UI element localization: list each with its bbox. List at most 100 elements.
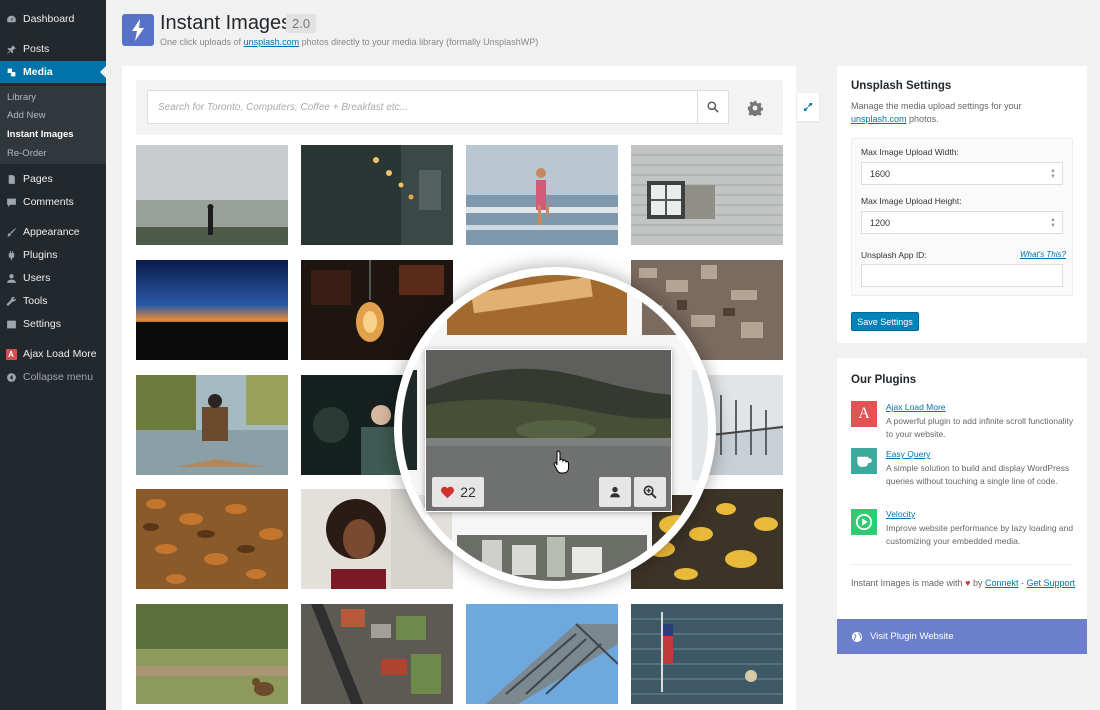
gear-icon — [747, 100, 763, 116]
photo-thumbnail[interactable] — [301, 145, 453, 245]
photo-author-button[interactable] — [599, 477, 631, 507]
settings-gear-button[interactable] — [744, 97, 766, 119]
collapse-icon — [5, 371, 17, 383]
instant-images-logo — [122, 14, 154, 46]
search-button[interactable] — [697, 90, 729, 124]
sidebar-item-label: Media — [23, 66, 53, 78]
photo-thumbnail[interactable] — [466, 604, 618, 704]
footer-text: by — [972, 578, 983, 588]
expand-button[interactable] — [797, 93, 819, 121]
photo-beach-girl — [466, 145, 618, 245]
sidebar-item-users[interactable]: Users — [0, 268, 106, 288]
comments-icon — [5, 196, 17, 208]
plugin-ajax-load-more-link[interactable]: Ajax Load More — [886, 402, 946, 412]
sidebar-item-settings[interactable]: Settings — [0, 314, 106, 334]
sidebar-item-media[interactable]: Media — [0, 61, 106, 83]
plugin-velocity-link[interactable]: Velocity — [886, 509, 915, 519]
whats-this-link[interactable]: What's This? — [1020, 250, 1066, 259]
expand-icon — [804, 103, 812, 111]
app-id-label: Unsplash App ID: — [861, 250, 927, 260]
media-submenu: Library Add New Instant Images Re-Order — [0, 86, 106, 164]
app-id-input[interactable] — [861, 264, 1063, 287]
plugin-easy-query-link[interactable]: Easy Query — [886, 449, 930, 459]
photo-thumbnail[interactable] — [136, 260, 288, 360]
user-icon — [5, 272, 17, 284]
sidebar-item-label: Collapse menu — [23, 371, 94, 383]
settings-title: Unsplash Settings — [851, 80, 952, 92]
sidebar-item-label: Ajax Load More — [23, 348, 97, 360]
dashboard-icon — [5, 13, 17, 25]
get-support-link[interactable]: Get Support — [1027, 578, 1076, 588]
plugin-description: Improve website performance by lazy load… — [886, 523, 1074, 546]
submenu-item-instant-images[interactable]: Instant Images — [7, 129, 74, 140]
hand-cursor-icon — [553, 450, 569, 474]
sidebar-item-appearance[interactable]: Appearance — [0, 222, 106, 242]
photo-thumbnail[interactable] — [136, 489, 288, 589]
sidebar-item-label: Dashboard — [23, 13, 75, 25]
photo-autumn-leaves — [136, 489, 288, 589]
save-settings-button[interactable]: Save Settings — [851, 312, 919, 331]
unsplash-link[interactable]: unsplash.com — [244, 37, 300, 47]
connekt-link[interactable]: Connekt — [985, 578, 1019, 588]
version-badge: 2.0 — [286, 14, 317, 33]
coffee-cup-icon — [851, 448, 877, 474]
search-input[interactable]: Search for Toronto, Computers, Coffee + … — [147, 90, 698, 124]
brush-icon — [5, 226, 17, 238]
stepper-arrows-icon[interactable]: ▲ ▼ — [1050, 217, 1056, 229]
photo-thumbnail[interactable] — [301, 604, 453, 704]
visit-plugin-website-button[interactable]: Visit Plugin Website — [837, 619, 1087, 654]
sidebar-item-ajax-load-more[interactable]: A Ajax Load More — [0, 344, 106, 364]
photo-aerial-street — [301, 604, 453, 704]
media-icon — [5, 66, 17, 78]
sidebar-item-label: Tools — [23, 295, 48, 307]
photo-thumbnail[interactable] — [136, 604, 288, 704]
max-height-input[interactable]: 1200 ▲ ▼ — [861, 211, 1063, 234]
user-icon — [610, 486, 620, 498]
submenu-item-library[interactable]: Library — [7, 92, 36, 103]
photo-steel-bridge — [466, 604, 618, 704]
heart-icon — [441, 486, 455, 498]
globe-icon — [851, 631, 863, 642]
pages-icon — [5, 173, 17, 185]
photo-thumbnail[interactable] — [466, 145, 618, 245]
plug-icon — [5, 249, 17, 261]
like-count: 22 — [460, 484, 476, 500]
plugin-description: A simple solution to build and display W… — [886, 463, 1070, 486]
height-label: Max Image Upload Height: — [861, 196, 962, 206]
sidebar-item-comments[interactable]: Comments — [0, 192, 106, 212]
max-width-input[interactable]: 1600 ▲ ▼ — [861, 162, 1063, 185]
photo-thumbnail[interactable] — [631, 145, 783, 245]
zoom-preview-button[interactable] — [634, 477, 666, 507]
ajax-load-more-icon: A — [5, 348, 17, 360]
photo-sunset-horizon — [136, 260, 288, 360]
photo-chipmunk — [136, 604, 288, 704]
stepper-arrows-icon[interactable]: ▲ ▼ — [1050, 168, 1056, 180]
photo-thumbnail[interactable] — [136, 375, 288, 475]
heart-icon: ♥ — [965, 578, 971, 588]
width-value: 1600 — [870, 168, 891, 179]
like-button[interactable]: 22 — [432, 477, 484, 507]
footer-text: - — [1021, 578, 1025, 588]
sidebar-item-pages[interactable]: Pages — [0, 169, 106, 189]
photo-thumbnail[interactable] — [136, 145, 288, 245]
search-icon — [707, 101, 719, 113]
sidebar-item-label: Posts — [23, 43, 50, 55]
unsplash-link[interactable]: unsplash.com — [851, 114, 907, 124]
page-description: One click uploads of unsplash.com photos… — [160, 37, 538, 47]
sidebar-item-dashboard[interactable]: Dashboard — [0, 9, 106, 29]
photo-thumbnail[interactable] — [631, 604, 783, 704]
settings-description: Manage the media upload settings for you… — [851, 100, 1076, 126]
height-value: 1200 — [870, 217, 891, 228]
submenu-item-add-new[interactable]: Add New — [7, 110, 46, 121]
settings-icon — [5, 318, 17, 330]
submenu-item-re-order[interactable]: Re-Order — [7, 148, 47, 159]
sidebar-item-label: Appearance — [23, 226, 80, 238]
photo-misty-field — [136, 145, 288, 245]
photo-canoe-lake — [136, 375, 288, 475]
sidebar-item-posts[interactable]: Posts — [0, 39, 106, 59]
width-label: Max Image Upload Width: — [861, 147, 959, 157]
sidebar-item-label: Users — [23, 272, 51, 284]
collapse-menu-button[interactable]: Collapse menu — [0, 367, 106, 387]
sidebar-item-tools[interactable]: Tools — [0, 291, 106, 311]
sidebar-item-plugins[interactable]: Plugins — [0, 245, 106, 265]
